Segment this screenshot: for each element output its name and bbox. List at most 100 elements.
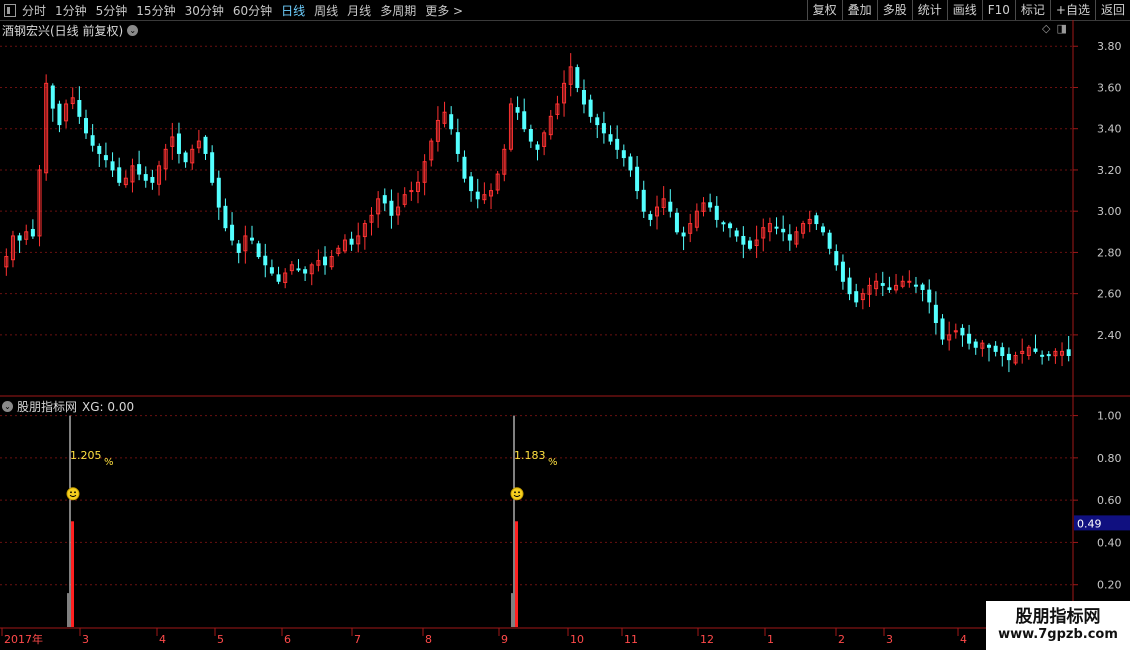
candle-body [535,144,540,150]
candle-body [774,226,779,229]
chevron-down-icon[interactable]: ⌄ [127,25,139,36]
candle-body [840,261,845,282]
candle-body [747,240,752,249]
smiley-icon [510,487,524,501]
candle-body [575,67,580,88]
candle-body [449,114,454,130]
time-axis-label: 11 [624,633,638,646]
signal-pct-unit: % [548,457,558,468]
candle-body [57,103,62,126]
candle-body [734,230,739,237]
candle-body [528,129,533,142]
candle-body [668,201,673,212]
candle-body [581,89,586,105]
smiley-eye-right [74,491,76,494]
indicator-tick-label: 0.40 [1097,536,1122,549]
watermark-line1: 股朋指标网 [1015,607,1101,627]
chevron-down-icon-indicator[interactable]: ⌄ [2,401,13,412]
candle-body [223,205,228,229]
candle-body [475,191,480,200]
chart-corner-icons: ◇ ◨ [1042,22,1067,35]
candle-body [887,287,892,291]
candle-body [621,150,626,159]
candle-body [349,238,354,245]
candle-body [728,223,733,229]
indicator-name: 股朋指标网 [17,400,78,414]
candle-body [595,117,600,126]
candle-body [973,341,978,348]
time-axis-label: 5 [217,633,224,646]
candle-body [50,85,55,109]
candle-body [967,333,972,344]
time-axis-label: 2 [838,633,845,646]
candle-body [137,164,142,175]
candle-body [834,251,839,266]
candle-body [176,133,181,154]
time-axis-label: 10 [570,633,584,646]
candle-body [1033,348,1038,352]
candle-body [276,274,281,282]
current-value-label: 0.49 [1077,517,1102,530]
diamond-icon[interactable]: ◇ [1042,22,1050,35]
candle-body [269,267,274,274]
candle-body [920,284,925,291]
candle-body [97,145,102,154]
candle-body [30,228,35,237]
candle-body [821,226,826,233]
time-axis-label: 2017年 [4,632,43,646]
panel-toggle-icon-right[interactable]: ◨ [1056,22,1066,35]
candle-body [256,243,261,258]
candle-body [674,212,679,233]
candle-body [90,135,95,146]
candle-body [77,100,82,117]
indicator-title: ⌄ 股朋指标网 XG: 0.00 [2,398,134,415]
candle-body [303,269,308,274]
smiley-eye-left [70,491,72,494]
candle-body [608,134,613,142]
candle-body [210,152,215,183]
candle-body [17,235,22,241]
candle-body [117,167,122,183]
time-axis-label: 3 [82,633,89,646]
candle-body [263,255,268,266]
time-axis-label: 9 [501,633,508,646]
candle-body [409,190,414,193]
candle-body [236,243,241,253]
main-chart-title: 酒钢宏兴(日线 前复权) ⌄ [2,22,139,39]
signal-red-bar [71,521,74,627]
candle-body [940,318,945,340]
candle-body [907,280,912,283]
candle-body [708,202,713,208]
candle-body [203,136,208,154]
price-tick-label: 3.80 [1097,40,1122,53]
candle-body [787,234,792,241]
smiley-eye-left [514,491,516,494]
candle-body [615,138,620,150]
kline-chart[interactable]: 1.205%1.183% 3.803.603.403.203.002.802.6… [0,0,1130,650]
candle-body [296,268,301,271]
price-tick-label: 2.60 [1097,288,1122,301]
indicator-tick-label: 1.00 [1097,410,1122,423]
price-tick-label: 3.20 [1097,164,1122,177]
candle-body [987,344,992,348]
candle-body [827,232,832,249]
time-axis-label: 3 [886,633,893,646]
candle-body [83,118,88,134]
stock-title: 酒钢宏兴(日线 前复权) [2,24,124,38]
candle-body [880,283,885,286]
time-axis-label: 1 [767,633,774,646]
candle-body [230,224,235,241]
signal-pct-label: 1.205 [70,449,102,462]
indicator-tick-label: 0.60 [1097,494,1122,507]
candle-body [681,232,686,237]
candle-body [960,327,965,336]
candle-body [469,176,474,192]
candle-body [993,345,998,352]
time-axis-label: 12 [700,633,714,646]
candle-body [814,215,819,225]
smiley-eye-right [518,491,520,494]
time-axis-label: 6 [284,633,291,646]
candle-body [1066,349,1071,357]
candle-body [913,284,918,287]
candle-body [323,256,328,266]
